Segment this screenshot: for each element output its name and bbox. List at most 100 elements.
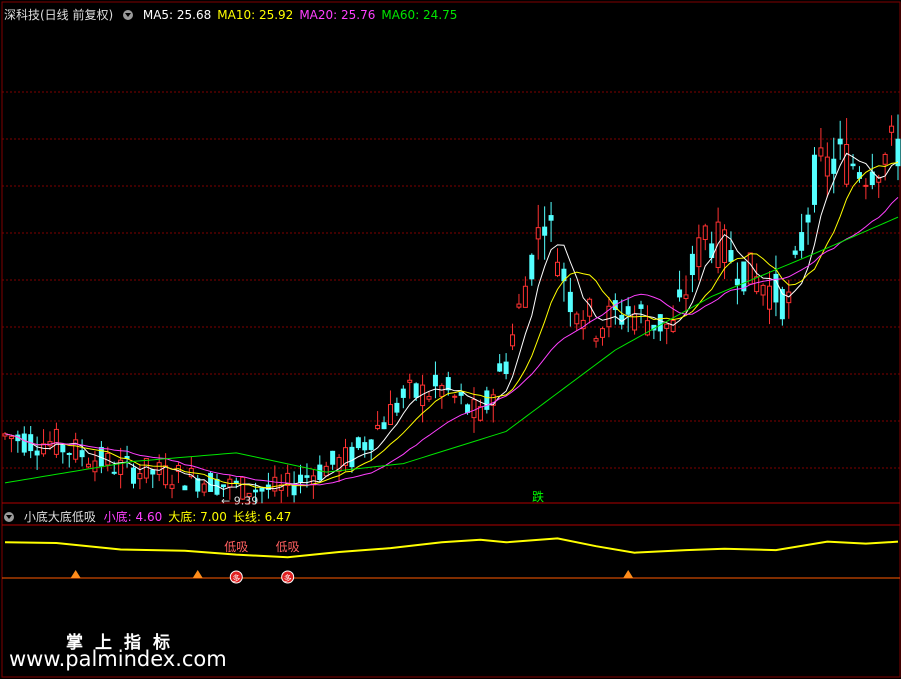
price-grid	[1, 1, 901, 678]
candle-body	[516, 303, 522, 308]
candle-body	[625, 306, 631, 315]
candle-body	[664, 323, 670, 329]
candle-body	[728, 250, 734, 262]
candle-body	[362, 442, 368, 451]
candle-body	[818, 147, 824, 157]
chart-canvas[interactable]: ← 9.39 跌 低吸多 低吸多	[0, 0, 901, 679]
candle-body	[529, 254, 535, 280]
candle-body	[92, 460, 98, 473]
candle-body	[882, 153, 888, 165]
main-header: 深科技(日线 前复权) MA5: 25.68 MA10: 25.92 MA20: 2…	[4, 6, 469, 23]
candle-body	[330, 450, 336, 465]
candle-body	[889, 125, 895, 133]
dropdown-icon[interactable]	[123, 10, 134, 20]
watermark-url: www.palmindex.com	[9, 647, 227, 671]
candle-body	[8, 436, 14, 440]
candle-body	[291, 484, 297, 496]
candle-body	[182, 485, 188, 491]
candle-body	[760, 284, 766, 296]
candle-body	[542, 226, 548, 236]
candle-body	[60, 444, 66, 453]
candle-body	[220, 484, 226, 488]
candle-body	[548, 215, 554, 221]
indicator-title: 小底大底低吸	[23, 510, 96, 524]
candle-body	[79, 450, 85, 458]
indicator-legend-item: 小底: 4.60	[103, 510, 163, 524]
low-buy-label: 低吸	[276, 540, 300, 554]
candle-body	[400, 388, 406, 398]
candle-body	[163, 465, 169, 486]
ma60-line	[4, 216, 899, 484]
candle-body	[850, 163, 856, 167]
candle-body	[799, 232, 805, 251]
candle-body	[452, 395, 458, 398]
candle-body	[387, 404, 393, 426]
candlestick-series	[2, 114, 901, 505]
candle-body	[323, 465, 329, 477]
candle-body	[522, 285, 528, 308]
candle-body	[811, 154, 817, 205]
candle-body	[670, 320, 676, 332]
candle-body	[689, 253, 695, 276]
candle-body	[34, 450, 40, 456]
ma-legend-item: MA5: 25.68	[142, 8, 212, 22]
low-buy-label: 低吸	[224, 540, 248, 554]
candle-body	[824, 156, 830, 177]
indicator-panel: 低吸多 低吸多	[4, 537, 899, 584]
candle-body	[741, 261, 747, 292]
ma-legend-item: MA10: 25.92	[217, 8, 294, 22]
ma-legend-item: MA60: 24.75	[381, 8, 458, 22]
candle-body	[150, 469, 156, 475]
candle-body	[432, 374, 438, 387]
ma10-line	[4, 162, 899, 489]
candle-body	[381, 422, 387, 430]
low-price-label: ← 9.39	[221, 494, 258, 507]
candle-body	[767, 285, 773, 310]
candle-body	[458, 392, 464, 396]
candle-body	[439, 385, 445, 397]
candle-body	[754, 276, 760, 293]
moving-averages	[4, 152, 899, 491]
candle-body	[143, 457, 149, 479]
candle-body	[426, 396, 432, 400]
indicator-header: 小底大底低吸 小底: 4.60 大底: 7.00 长线: 6.47	[4, 508, 303, 525]
candle-body	[792, 250, 798, 255]
candle-body	[413, 383, 419, 398]
candle-body	[863, 184, 869, 187]
price-annotations: ← 9.39 跌	[221, 489, 544, 507]
candle-body	[638, 304, 644, 309]
ma5-line	[4, 152, 899, 491]
candle-body	[657, 314, 663, 332]
candle-body	[195, 478, 201, 492]
candle-body	[355, 437, 361, 449]
candle-body	[599, 328, 605, 338]
candle-body	[53, 428, 59, 455]
indicator-line	[4, 537, 899, 559]
candle-body	[394, 402, 400, 413]
candle-body	[510, 334, 516, 347]
dropdown-icon[interactable]	[4, 512, 14, 522]
candle-body	[130, 467, 136, 484]
candle-body	[831, 158, 837, 174]
candle-body	[201, 483, 207, 493]
candle-body	[259, 487, 265, 492]
candle-body	[593, 338, 599, 342]
candle-body	[73, 439, 79, 460]
candle-body	[208, 472, 214, 492]
candle-body	[445, 377, 451, 391]
candle-body	[304, 475, 310, 478]
candle-body	[169, 484, 175, 489]
buy-signal-label: 多	[232, 573, 240, 583]
candle-body	[805, 214, 811, 223]
chart-border	[1, 1, 901, 678]
small-bottom-triangle	[623, 570, 634, 578]
candle-body	[574, 313, 580, 325]
candle-body	[317, 464, 323, 481]
candle-body	[773, 273, 779, 303]
ma-legend: MA5: 25.68 MA10: 25.92 MA20: 25.76 MA60: 24…	[143, 8, 464, 22]
stock-title: 深科技(日线 前复权)	[4, 8, 114, 22]
candle-body	[837, 138, 843, 145]
candle-body	[734, 278, 740, 286]
candle-body	[111, 471, 117, 474]
candle-body	[407, 379, 413, 383]
